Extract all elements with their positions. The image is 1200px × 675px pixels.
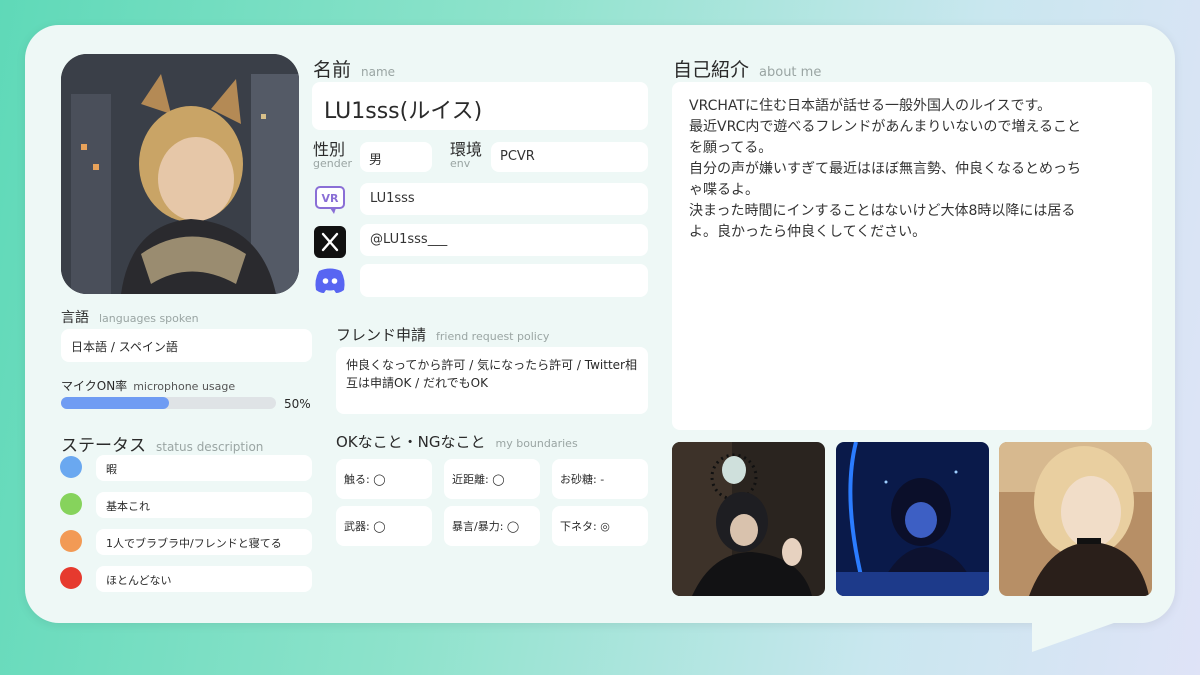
status-title: ステータス	[61, 436, 146, 456]
about-line: を願ってる。	[689, 140, 773, 156]
friend-request-title: フレンド申請	[336, 326, 427, 344]
about-field: VRCHATに住む日本語が話せる一般外国人のルイスです。 最近VRC内で遊べるフ…	[672, 82, 1152, 430]
status-label: 暇	[106, 463, 117, 476]
discord-field	[360, 264, 648, 297]
boundary-item: 暴言/暴力: ◯	[444, 506, 540, 546]
vrchat-icon: VR	[314, 184, 346, 216]
boundary-label: 触る: ◯	[344, 473, 386, 486]
about-subtitle: about me	[759, 65, 822, 80]
status-label: 基本これ	[106, 500, 150, 513]
boundary-label: 武器: ◯	[344, 520, 386, 533]
svg-text:VR: VR	[322, 192, 340, 205]
boundary-label: 下ネタ: ◎	[560, 520, 610, 533]
vrchat-field: LU1sss	[360, 183, 648, 215]
about-line: 自分の声が嫌いすぎて最近はほぼ無言勢、仲良くなるとめっち	[689, 161, 1081, 177]
mic-subtitle: microphone usage	[133, 380, 236, 393]
boundary-item: 触る: ◯	[336, 459, 432, 499]
vrchat-value: LU1sss	[370, 191, 415, 206]
twitter-field: @LU1sss___	[360, 224, 648, 256]
about-line: VRCHATに住む日本語が話せる一般外国人のルイスです。	[689, 98, 1052, 114]
name-field: LU1sss(ルイス)	[312, 82, 648, 130]
languages-field: 日本語 / スペイン語	[61, 329, 312, 362]
name-subtitle: name	[361, 65, 396, 79]
env-label: 環境 env	[450, 142, 482, 170]
about-line: よ。良かったら仲良くしてください。	[689, 224, 927, 240]
gender-field: 男	[360, 142, 432, 172]
boundaries-title: OKなこと・NGなこと	[336, 433, 486, 451]
boundary-item: お砂糖: -	[552, 459, 648, 499]
status-dot-red	[60, 567, 82, 589]
status-item: 暇	[96, 455, 312, 481]
mic-title: マイクON率	[61, 379, 128, 393]
boundaries-subtitle: my boundaries	[495, 437, 578, 450]
photo-3	[999, 442, 1152, 596]
friend-request-field: 仲良くなってから許可 / 気になったら許可 / Twitter相互は申請OK /…	[336, 347, 648, 414]
status-dot-blue	[60, 456, 82, 478]
gender-subtitle: gender	[313, 157, 352, 170]
status-subtitle: status description	[156, 440, 264, 454]
mic-heading: マイクON率 microphone usage	[61, 377, 235, 394]
avatar	[61, 54, 299, 294]
photo-1	[672, 442, 825, 596]
boundary-label: お砂糖: -	[560, 473, 605, 486]
status-item: ほとんどない	[96, 566, 312, 592]
twitter-value: @LU1sss___	[370, 232, 448, 247]
status-label: 1人でブラブラ中/フレンドと寝てる	[106, 537, 282, 550]
about-line: ゃ喋るよ。	[689, 182, 759, 198]
mic-progress-bar	[61, 397, 276, 409]
status-item: 基本これ	[96, 492, 312, 518]
status-dot-green	[60, 493, 82, 515]
mic-percent: 50%	[284, 397, 311, 411]
about-line: 決まった時間にインすることはないけど大体8時以降には居る	[689, 203, 1076, 219]
friend-request-heading: フレンド申請 friend request policy	[336, 324, 549, 345]
about-line: 最近VRC内で遊べるフレンドがあんまりいないので増えること	[689, 119, 1081, 135]
friend-request-value: 仲良くなってから許可 / 気になったら許可 / Twitter相互は申請OK /…	[346, 358, 637, 390]
status-item: 1人でブラブラ中/フレンドと寝てる	[96, 529, 312, 555]
languages-value: 日本語 / スペイン語	[71, 340, 178, 354]
status-dot-orange	[60, 530, 82, 552]
boundary-label: 近距離: ◯	[452, 473, 505, 486]
status-heading: ステータス status description	[61, 431, 263, 456]
boundary-item: 武器: ◯	[336, 506, 432, 546]
about-heading: 自己紹介 about me	[673, 55, 821, 82]
name-heading: 名前 name	[313, 55, 395, 82]
boundary-item: 下ネタ: ◎	[552, 506, 648, 546]
discord-icon	[313, 266, 347, 294]
name-value: LU1sss(ルイス)	[324, 99, 483, 124]
name-title: 名前	[313, 59, 352, 81]
gender-label: 性別 gender	[313, 142, 352, 170]
env-subtitle: env	[450, 157, 471, 170]
friend-request-subtitle: friend request policy	[436, 330, 550, 343]
about-title: 自己紹介	[673, 59, 750, 81]
env-field: PCVR	[491, 142, 648, 172]
speech-bubble-tail	[1032, 618, 1128, 652]
boundaries-heading: OKなこと・NGなこと my boundaries	[336, 431, 578, 452]
x-icon	[314, 226, 346, 258]
gender-value: 男	[369, 153, 383, 168]
languages-subtitle: languages spoken	[99, 312, 199, 325]
boundary-item: 近距離: ◯	[444, 459, 540, 499]
boundary-label: 暴言/暴力: ◯	[452, 520, 520, 533]
status-label: ほとんどない	[106, 574, 172, 587]
languages-title: 言語	[61, 310, 89, 326]
env-value: PCVR	[500, 149, 535, 164]
photo-2	[836, 442, 989, 596]
mic-progress-fill	[61, 397, 169, 409]
languages-heading: 言語 languages spoken	[61, 307, 199, 327]
